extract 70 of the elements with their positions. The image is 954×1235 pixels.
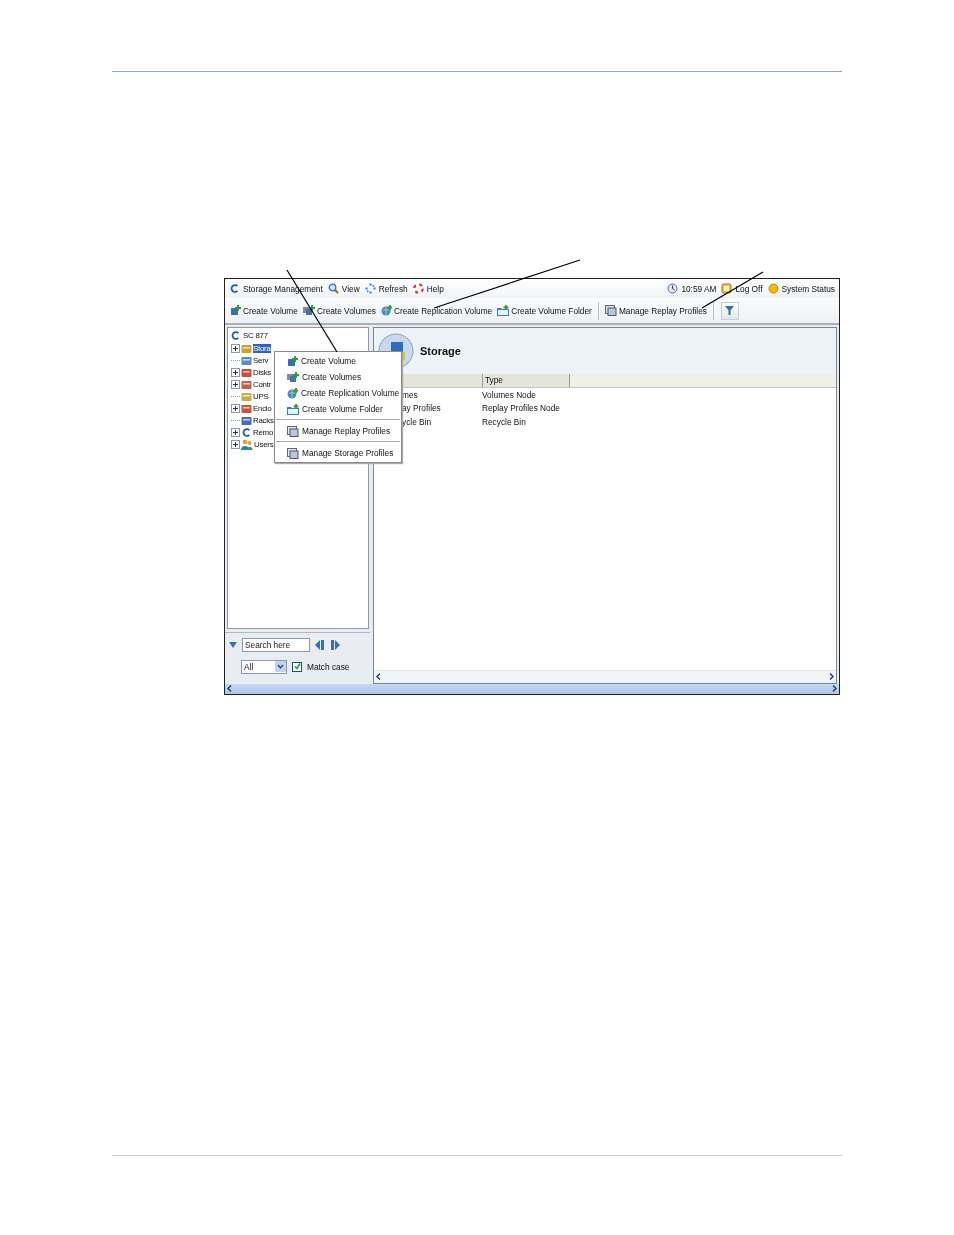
remote-icon (241, 427, 252, 439)
profile-icon (287, 425, 299, 437)
folder-add-icon (287, 403, 299, 415)
status-icon (767, 283, 779, 295)
volumes-add-icon (287, 371, 299, 383)
expand-icon[interactable] (231, 367, 240, 377)
table-cell-text: Recycle Bin (482, 416, 527, 427)
scrollbar[interactable] (374, 669, 836, 683)
server-icon (241, 354, 252, 366)
dropdown-icon[interactable] (275, 661, 286, 673)
refresh-icon (364, 283, 376, 295)
checkbox[interactable] (292, 661, 302, 672)
log-off-icon (721, 283, 733, 295)
detail-title: Storage (420, 344, 461, 357)
filter-button[interactable] (720, 301, 739, 320)
scroll-left-icon[interactable] (225, 684, 234, 694)
menu-item[interactable]: System Status (781, 283, 835, 294)
toolbar-button[interactable]: Manage Replay Profiles (603, 305, 708, 317)
expand-icon[interactable] (231, 343, 240, 353)
expand-icon[interactable] (231, 440, 240, 450)
profile-icon (287, 447, 299, 459)
expand-icon[interactable] (231, 379, 240, 389)
scroll-left-icon[interactable] (374, 672, 383, 682)
search-field[interactable]: Search here (242, 637, 310, 652)
ups-icon (241, 390, 252, 402)
storage-icon (241, 342, 252, 354)
menu-item[interactable]: Manage Storage Profiles (275, 445, 401, 461)
scrollbar[interactable] (225, 683, 839, 694)
filter-icon (725, 306, 735, 316)
globe-add-icon (380, 305, 392, 317)
users-icon (241, 439, 253, 451)
menu-item[interactable]: Create Replication Volume (275, 385, 401, 401)
volume-add-icon (287, 355, 298, 367)
toolbar-button[interactable]: Create Volumes (301, 305, 377, 317)
menu-item[interactable]: Create Volume Folder (275, 401, 401, 417)
controller-icon (241, 378, 252, 390)
expand-icon[interactable] (231, 404, 240, 414)
volumes-add-icon (302, 305, 315, 317)
menu-item[interactable]: Create Volumes (275, 369, 401, 385)
help-icon (412, 283, 424, 295)
toolbar-button[interactable]: Create Replication Volume (379, 305, 494, 317)
table-cell-text: Replay Profiles Node (482, 403, 561, 414)
volume-add-icon (230, 305, 241, 317)
toolbar-button[interactable]: Create Volume (229, 305, 299, 317)
checkbox-label: Match case (307, 661, 350, 672)
previous-icon[interactable] (315, 639, 325, 650)
menu-item[interactable]: View (341, 283, 360, 294)
scope-dropdown[interactable]: All (241, 659, 287, 674)
menu-item[interactable]: Manage Replay Profiles (275, 423, 401, 439)
system-icon (230, 330, 241, 342)
next-icon[interactable] (330, 639, 340, 650)
leader-line (701, 271, 764, 309)
menu-item[interactable]: Refresh (378, 283, 408, 294)
table-cell-text: Volumes Node (482, 389, 537, 400)
search-icon (327, 283, 339, 295)
profile-icon (604, 305, 617, 317)
menu-item[interactable]: Create Volume (275, 353, 401, 369)
logo-icon (229, 283, 240, 295)
expand-icon[interactable] (231, 428, 240, 438)
clock-time: 10:59 AM (681, 283, 717, 294)
toolbar-button[interactable]: Create Volume Folder (496, 305, 593, 317)
globe-add-icon (287, 387, 298, 399)
rack-icon (241, 415, 252, 427)
menu-item[interactable]: Log Off (735, 283, 763, 294)
clock-icon (667, 283, 679, 295)
folder-add-icon (497, 305, 510, 317)
table-cell-text: mes (402, 389, 419, 400)
menu-item[interactable]: Help (426, 283, 444, 294)
enclosure-icon (241, 403, 252, 415)
collapse-icon[interactable] (229, 641, 237, 648)
